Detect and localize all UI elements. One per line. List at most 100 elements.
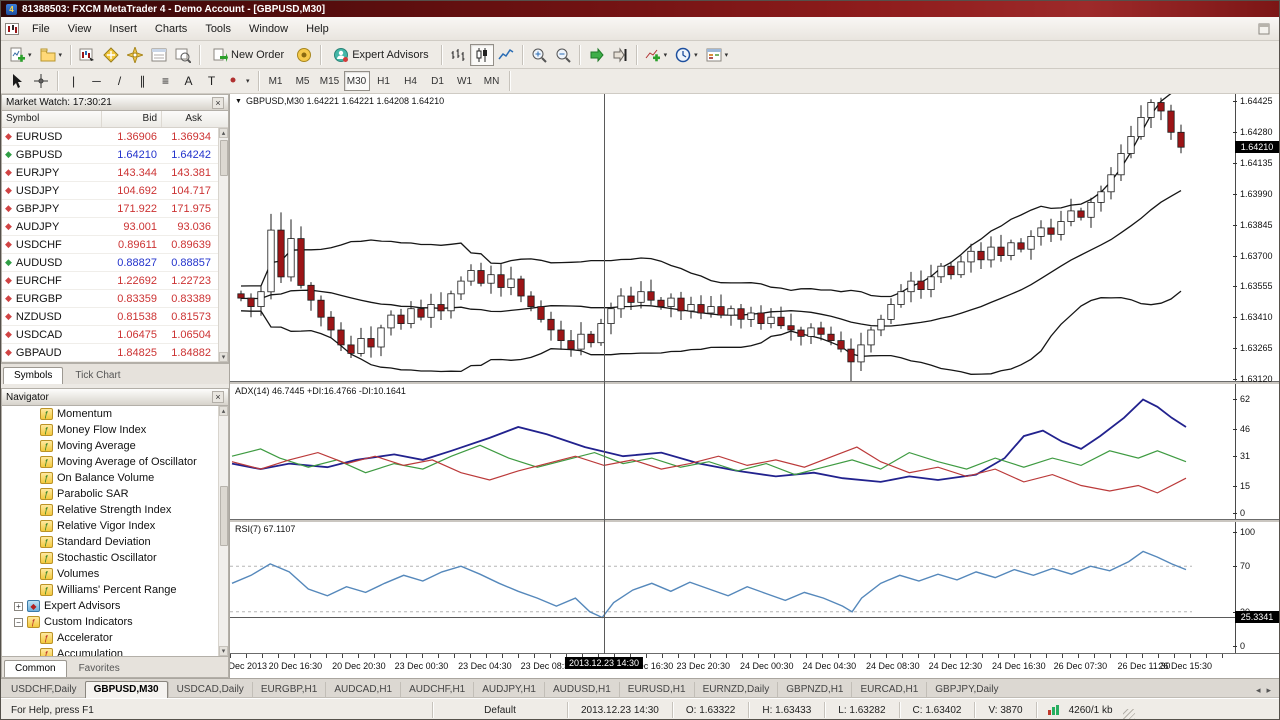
scroll-up-icon[interactable]: ▴ xyxy=(219,406,228,416)
table-row[interactable]: ◆ USDJPY 104.692 104.717 xyxy=(2,182,228,200)
crosshair-button[interactable] xyxy=(29,70,53,92)
zoom-out-button[interactable] xyxy=(551,44,575,66)
table-row[interactable]: ◆ GBPUSD 1.64210 1.64242 xyxy=(2,146,228,164)
text-label-button[interactable]: T xyxy=(200,70,223,92)
list-item[interactable]: + ◆ Expert Advisors xyxy=(2,598,228,614)
new-chart-button[interactable]: ▾ xyxy=(5,44,36,66)
mdi-window-icon[interactable] xyxy=(1257,23,1271,35)
profiles-button[interactable]: ▾ xyxy=(36,44,67,66)
list-item[interactable]: ƒ Accelerator xyxy=(2,630,228,646)
table-row[interactable]: ◆ EURJPY 143.344 143.381 xyxy=(2,164,228,182)
list-item[interactable]: ƒ On Balance Volume xyxy=(2,470,228,486)
auto-scroll-button[interactable] xyxy=(584,44,608,66)
chart-tab-gbpnzd-h1[interactable]: GBPNZD,H1 xyxy=(777,682,851,698)
column-ask[interactable]: Ask xyxy=(162,111,206,127)
market-watch-scrollbar[interactable]: ▴ ▾ xyxy=(218,128,228,362)
timeframe-w1-button[interactable]: W1 xyxy=(452,71,478,91)
tab-favorites[interactable]: Favorites xyxy=(68,660,131,677)
list-item[interactable]: ƒ Parabolic SAR xyxy=(2,486,228,502)
list-item[interactable]: ƒ Williams' Percent Range xyxy=(2,582,228,598)
menu-window[interactable]: Window xyxy=(240,19,297,39)
adx-chart[interactable] xyxy=(230,384,1236,519)
chart-tab-audjpy-h1[interactable]: AUDJPY,H1 xyxy=(473,682,544,698)
table-row[interactable]: ◆ AUDJPY 93.001 93.036 xyxy=(2,218,228,236)
scroll-down-icon[interactable]: ▾ xyxy=(219,352,228,362)
close-icon[interactable]: × xyxy=(212,391,224,403)
chart-tab-audusd-h1[interactable]: AUDUSD,H1 xyxy=(543,682,619,698)
vertical-line-button[interactable]: | xyxy=(62,70,85,92)
rsi-axis[interactable]: 10070300 xyxy=(1232,522,1279,653)
tab-tick-chart[interactable]: Tick Chart xyxy=(64,367,131,384)
chart-tab-eurcad-h1[interactable]: EURCAD,H1 xyxy=(851,682,926,698)
timeframe-d1-button[interactable]: D1 xyxy=(425,71,451,91)
channel-button[interactable]: ∥ xyxy=(131,70,154,92)
navigator-scrollbar[interactable]: ▴ ▾ xyxy=(218,406,228,656)
menu-view[interactable]: View xyxy=(59,19,101,39)
column-bid[interactable]: Bid xyxy=(102,111,162,127)
table-row[interactable]: ◆ AUDUSD 0.88827 0.88857 xyxy=(2,254,228,272)
price-axis[interactable]: 1.64425 1.64280 1.64135 1.63990 1.63845 1.637… xyxy=(1233,94,1279,384)
close-icon[interactable]: × xyxy=(212,96,224,109)
timeframe-mn-button[interactable]: MN xyxy=(479,71,505,91)
scrollbar-thumb[interactable] xyxy=(219,140,228,176)
navigator-toggle[interactable] xyxy=(123,44,147,66)
adx-axis[interactable]: 62 46 31 15 0 xyxy=(1232,384,1279,519)
timeframe-h4-button[interactable]: H4 xyxy=(398,71,424,91)
periods-button[interactable]: ▾ xyxy=(671,44,702,66)
scroll-up-icon[interactable]: ▴ xyxy=(219,128,228,138)
new-order-button[interactable]: New Order xyxy=(204,44,292,66)
adx-indicator-panel[interactable]: ADX(14) 46.7445 +DI:16.4766 -DI:10.1641 … xyxy=(230,384,1279,520)
column-symbol[interactable]: Symbol xyxy=(2,111,102,127)
menu-charts[interactable]: Charts xyxy=(146,19,196,39)
list-item[interactable]: ƒ Relative Vigor Index xyxy=(2,518,228,534)
resize-grip[interactable] xyxy=(1122,709,1135,719)
metaeditor-button[interactable] xyxy=(292,44,316,66)
tab-symbols[interactable]: Symbols xyxy=(3,367,64,384)
data-window-toggle[interactable] xyxy=(99,44,123,66)
time-axis[interactable]: 2013.12.23 14:30 20 Dec 201320 Dec 16:30… xyxy=(230,654,1279,678)
candlestick-chart[interactable] xyxy=(230,94,1236,381)
list-item[interactable]: − ƒ Custom Indicators xyxy=(2,614,228,630)
timeframe-h1-button[interactable]: H1 xyxy=(371,71,397,91)
timeframe-m1-button[interactable]: M1 xyxy=(263,71,289,91)
chart-bars-button[interactable] xyxy=(446,44,470,66)
terminal-toggle[interactable] xyxy=(147,44,171,66)
tab-scroll-left-icon[interactable]: ◂ xyxy=(1256,685,1261,696)
table-row[interactable]: ◆ GBPJPY 171.922 171.975 xyxy=(2,200,228,218)
timeframe-m15-button[interactable]: M15 xyxy=(317,71,343,91)
timeframe-m5-button[interactable]: M5 xyxy=(290,71,316,91)
menu-help[interactable]: Help xyxy=(297,19,338,39)
chart-tab-gbpjpy-daily[interactable]: GBPJPY,Daily xyxy=(926,682,1006,698)
tab-scroll-right-icon[interactable]: ▸ xyxy=(1266,685,1271,696)
scroll-down-icon[interactable]: ▾ xyxy=(219,646,228,656)
table-row[interactable]: ◆ GBPAUD 1.84825 1.84882 xyxy=(2,344,228,362)
collapse-icon[interactable]: − xyxy=(14,617,23,627)
templates-button[interactable]: ▾ xyxy=(702,44,733,66)
table-row[interactable]: ◆ EURUSD 1.36906 1.36934 xyxy=(2,128,228,146)
table-row[interactable]: ◆ EURCHF 1.22692 1.22723 xyxy=(2,272,228,290)
trendline-button[interactable]: / xyxy=(108,70,131,92)
fibonacci-button[interactable]: ≡ xyxy=(154,70,177,92)
list-item[interactable]: ƒ Volumes xyxy=(2,566,228,582)
menu-insert[interactable]: Insert xyxy=(100,19,146,39)
chart-tab-audcad-h1[interactable]: AUDCAD,H1 xyxy=(325,682,400,698)
menu-file[interactable]: File xyxy=(23,19,59,39)
list-item[interactable]: ƒ Moving Average xyxy=(2,438,228,454)
rsi-chart[interactable] xyxy=(230,522,1236,653)
chart-tab-usdchf-daily[interactable]: USDCHF,Daily xyxy=(3,682,85,698)
tab-common[interactable]: Common xyxy=(4,660,67,677)
chart-shift-button[interactable] xyxy=(608,44,632,66)
collapse-icon[interactable]: ▼ xyxy=(235,98,242,105)
chart-line-button[interactable] xyxy=(494,44,518,66)
list-item[interactable]: ƒ Accumulation xyxy=(2,646,228,656)
timeframe-m30-button[interactable]: M30 xyxy=(343,71,370,91)
zoom-in-button[interactable] xyxy=(527,44,551,66)
chart-tab-eurusd-h1[interactable]: EURUSD,H1 xyxy=(618,682,694,698)
indicators-button[interactable]: ▾ xyxy=(641,44,672,66)
status-profile[interactable]: Default xyxy=(440,705,560,716)
expand-icon[interactable]: + xyxy=(14,601,23,611)
text-button[interactable]: A xyxy=(177,70,200,92)
scrollbar-thumb[interactable] xyxy=(219,486,228,546)
chart-tab-usdcad-daily[interactable]: USDCAD,Daily xyxy=(167,682,252,698)
table-row[interactable]: ◆ NZDUSD 0.81538 0.81573 xyxy=(2,308,228,326)
